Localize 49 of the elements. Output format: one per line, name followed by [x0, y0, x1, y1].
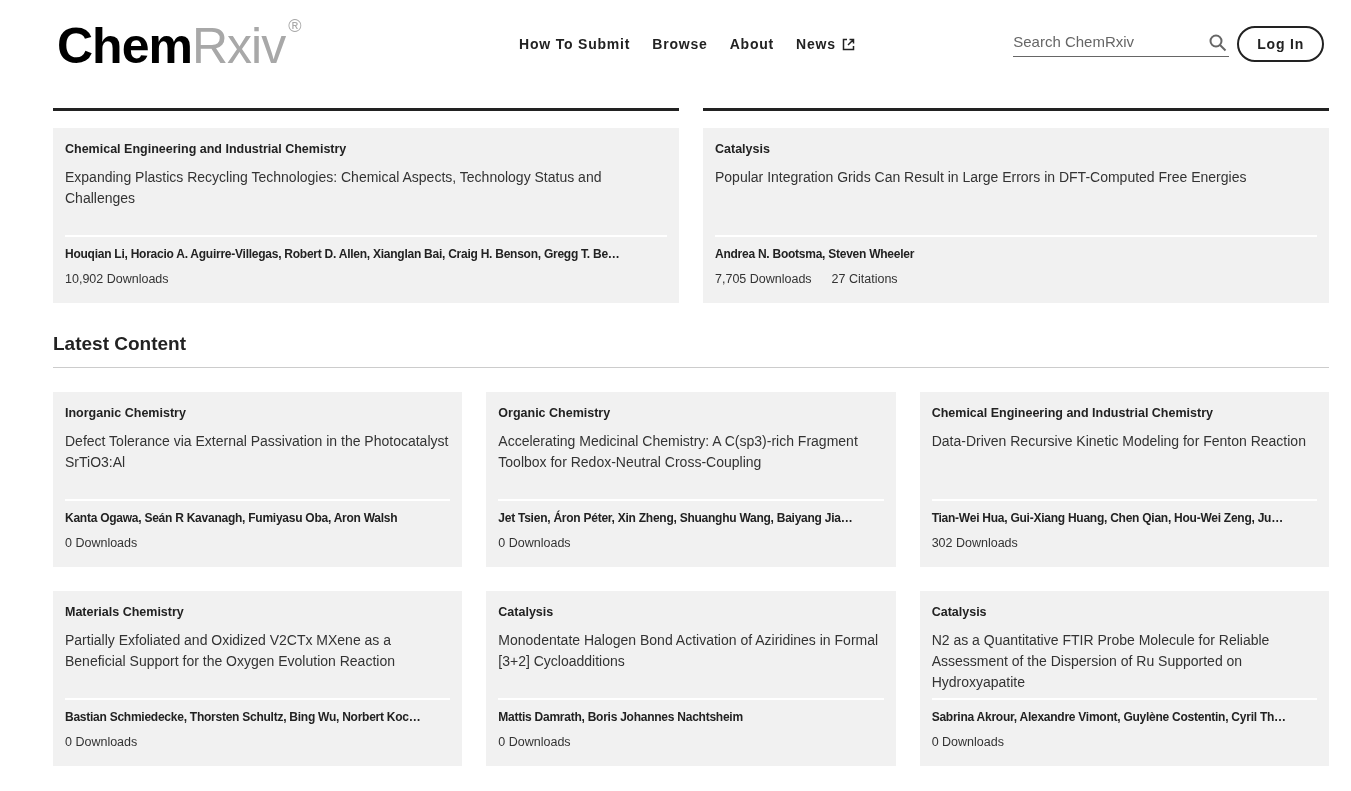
article-category: Catalysis [715, 142, 771, 156]
article-stat: 0 Downloads [65, 735, 138, 749]
article-stat: 302 Downloads [931, 536, 1018, 550]
article-authors: Kanta Ogawa, Seán R Kavanagh, Fumiyasu Oba, Aron Walsh [65, 511, 399, 525]
article-stat: 27 Citations [831, 272, 898, 286]
article-title[interactable]: Expanding Plastics Recycling Technologies: Chemical Aspects, Technology Status and Challenges [65, 167, 667, 209]
article-card[interactable]: Organic Chemistry Accelerating Medicinal Chemistry: A C(sp3)-rich Fragment Toolbox for Redox-Neutral Cross-Coupling Jet Tsien, Áron Péter, Xin Zheng, Shuanghu Wang, Baiyang Jia… 0 Downloads [486, 392, 896, 567]
article-authors: Jet Tsien, Áron Péter, Xin Zheng, Shuanghu Wang, Baiyang Jia… [498, 511, 854, 525]
article-stat: 7,705 Downloads [715, 272, 812, 286]
article-card[interactable]: Chemical Engineering and Industrial Chemistry Data-Driven Recursive Kinetic Modeling for Fenton Reaction Tian-Wei Hua, Gui-Xiang Huang, Chen Qian, Hou-Wei Zeng, Ju… 302 Downloads [919, 392, 1329, 567]
article-title[interactable]: N2 as a Quantitative FTIR Probe Molecule for Reliable Assessment of the Dispersion of Ru Supported on Hydroxyapatite [931, 630, 1317, 693]
article-stat: 0 Downloads [931, 735, 1004, 749]
article-authors: Houqian Li, Horacio A. Aguirre-Villegas, Robert D. Allen, Xianglan Bai, Craig H. Benson, Gregg T. Be… [65, 247, 621, 261]
article-authors: Mattis Damrath, Boris Johannes Nachtsheim [498, 710, 744, 724]
article-authors: Andrea N. Bootsma, Steven Wheeler [715, 247, 916, 261]
article-category: Catalysis [931, 605, 988, 619]
article-stat: 0 Downloads [498, 536, 571, 550]
section-heading: Latest Content [53, 333, 187, 355]
article-title[interactable]: Partially Exfoliated and Oxidized V2CTx MXene as a Beneficial Support for the Oxygen Evolution Reaction [65, 630, 451, 672]
nav-link[interactable]: News [796, 36, 855, 52]
logo[interactable]: ChemRxiv$^{®}$ [57, 21, 357, 71]
article-stat: 0 Downloads [65, 536, 138, 550]
search-field[interactable]: Search ChemRxiv [1013, 31, 1230, 57]
article-card[interactable]: Catalysis Popular Integration Grids Can Result in Large Errors in DFT-Computed Free Energies Andrea N. Bootsma, Steven Wheeler 7,705 Downloads 27 Citations [703, 128, 1329, 303]
article-authors: Bastian Schmiedecke, Thorsten Schultz, Bing Wu, Norbert Koc… [65, 710, 422, 724]
article-authors: Tian-Wei Hua, Gui-Xiang Huang, Chen Qian, Hou-Wei Zeng, Ju… [931, 511, 1284, 525]
article-title[interactable]: Data-Driven Recursive Kinetic Modeling for Fenton Reaction [931, 431, 1317, 452]
external-link-icon [841, 37, 855, 51]
article-category: Catalysis [498, 605, 555, 619]
article-title[interactable]: Popular Integration Grids Can Result in Large Errors in DFT-Computed Free Energies [715, 167, 1317, 188]
login-button[interactable]: Log In [1237, 26, 1324, 62]
search-icon[interactable] [1209, 34, 1228, 52]
article-category: Organic Chemistry [498, 406, 612, 420]
article-category: Chemical Engineering and Industrial Chemistry [65, 142, 348, 156]
nav-link[interactable]: About [729, 36, 775, 52]
article-title[interactable]: Accelerating Medicinal Chemistry: A C(sp3)-rich Fragment Toolbox for Redox-Neutral Cross-Coupling [498, 431, 884, 473]
article-title[interactable]: Monodentate Halogen Bond Activation of Aziridines in Formal [3+2] Cycloadditions [498, 630, 884, 672]
article-card[interactable]: Catalysis Monodentate Halogen Bond Activation of Aziridines in Formal [3+2] Cycloadditions Mattis Damrath, Boris Johannes Nachtsheim 0 Downloads [486, 591, 896, 766]
article-authors: Sabrina Akrour, Alexandre Vimont, Guylène Costentin, Cyril Th… [931, 710, 1287, 724]
article-title[interactable]: Defect Tolerance via External Passivation in the Photocatalyst SrTiO3:Al [65, 431, 451, 473]
article-stat: 10,902 Downloads [65, 272, 169, 286]
article-stat: 0 Downloads [498, 735, 571, 749]
article-card[interactable]: Inorganic Chemistry Defect Tolerance via External Passivation in the Photocatalyst SrTiO3:Al Kanta Ogawa, Seán R Kavanagh, Fumiyasu Oba, Aron Walsh 0 Downloads [53, 392, 463, 567]
nav-link[interactable]: Browse [652, 36, 708, 52]
article-category: Materials Chemistry [65, 605, 185, 619]
article-category: Inorganic Chemistry [65, 406, 187, 420]
article-category: Chemical Engineering and Industrial Chemistry [931, 406, 1214, 420]
article-card[interactable]: Materials Chemistry Partially Exfoliated and Oxidized V2CTx MXene as a Beneficial Support for the Oxygen Evolution Reaction Bastian Schmiedecke, Thorsten Schultz, Bing Wu, Norbert Koc… 0 Downloads [53, 591, 463, 766]
nav-link[interactable]: How To Submit [519, 36, 631, 52]
